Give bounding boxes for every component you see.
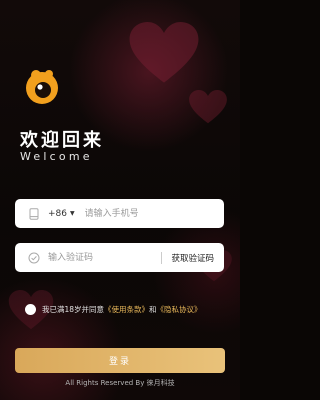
- divider: [160, 251, 162, 264]
- agreement-and: 和: [149, 305, 157, 314]
- agreement-checkbox[interactable]: [25, 304, 36, 315]
- country-code-select[interactable]: +86 ▼: [48, 209, 75, 219]
- privacy-link[interactable]: 《隐私协议》: [157, 304, 202, 315]
- phone-icon: [27, 207, 40, 220]
- agreement-text: 我已满18岁并同意: [42, 305, 105, 314]
- login-button[interactable]: 登录: [15, 348, 225, 373]
- page-title: 欢迎回来: [20, 130, 104, 151]
- caret-down-icon: ▼: [70, 210, 75, 217]
- decorative-heart-icon: [129, 22, 199, 83]
- code-input[interactable]: [48, 243, 161, 272]
- page-subtitle: Welcome: [20, 150, 93, 163]
- app-logo: [26, 70, 58, 104]
- decorative-heart-icon: [189, 90, 227, 124]
- terms-link[interactable]: 《使用条款》: [104, 304, 149, 315]
- phone-field[interactable]: +86 ▼: [15, 199, 224, 228]
- footer-copyright: All Rights Reserved By 徕月科技: [65, 379, 175, 387]
- agreement-row: 我已满18岁并同意 《使用条款》 和 《隐私协议》: [25, 304, 202, 315]
- country-code-label: +86: [48, 208, 67, 219]
- shield-check-icon: [27, 251, 40, 264]
- code-field[interactable]: 获取验证码: [15, 243, 224, 272]
- get-code-button[interactable]: 获取验证码: [171, 252, 214, 264]
- phone-input[interactable]: [84, 199, 224, 228]
